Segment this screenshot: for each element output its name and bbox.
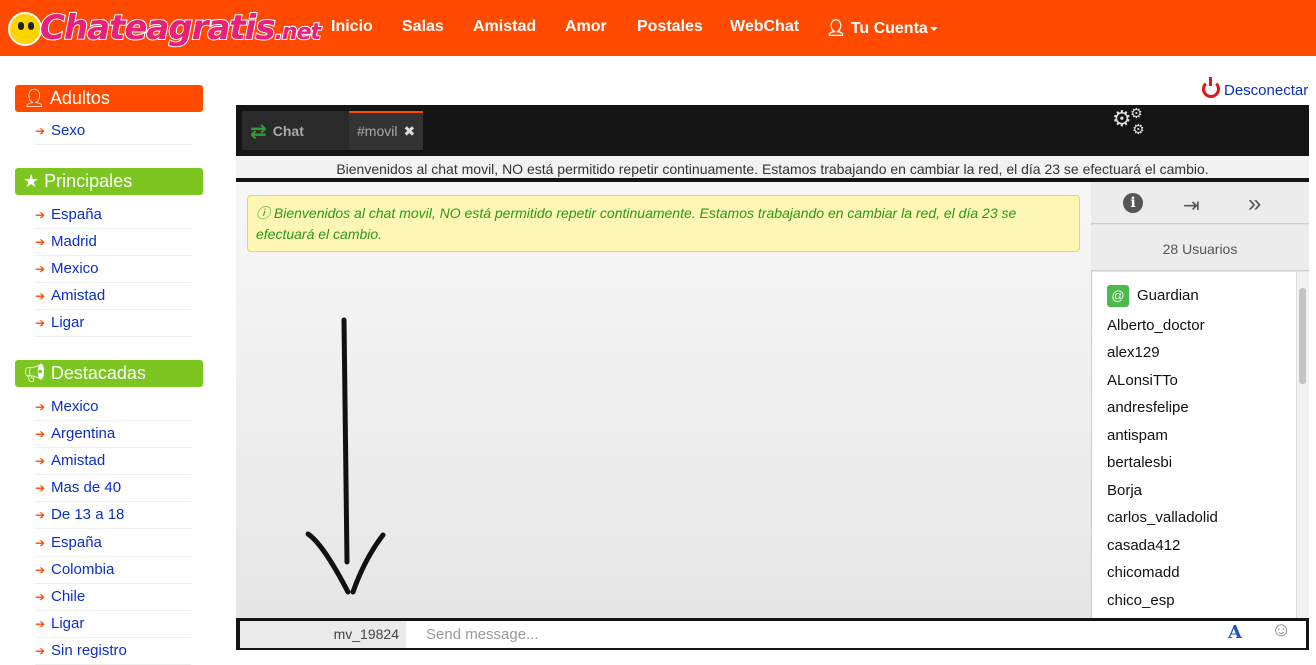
arrow-right-icon: ➔ [35,508,46,522]
caret-down-icon [929,26,938,31]
section-adultos: 👤︎ Adultos [15,85,203,112]
sidebar-item-sin-registro[interactable]: ➔ Sin registro [35,638,191,665]
megaphone-icon: 📢︎ [23,363,46,383]
info-circle-icon: ⓘ [256,205,270,221]
power-icon [1202,77,1220,98]
user-item-guardian[interactable]: @ Guardian [1107,285,1199,312]
sidebar-item-amistad[interactable]: ➔ Amistad [35,283,191,310]
sidebar-item-madrid[interactable]: ➔ Madrid [35,229,191,256]
user-item[interactable]: andresfelipe [1107,399,1189,426]
font-style-icon[interactable]: A [1228,622,1242,643]
star-icon: ★ [23,171,40,191]
nav-tu-cuenta[interactable]: 👤︎ Tu Cuenta [826,18,938,38]
arrow-right-icon: ➔ [35,536,46,550]
nav-webchat[interactable]: WebChat [730,18,799,36]
user-icon: 👤︎ [826,20,847,37]
sidebar-item-mexico[interactable]: ➔ Mexico [35,256,191,283]
hand-drawn-arrow-icon [305,317,386,595]
tab-chat[interactable]: ⇄ Chat [242,111,349,150]
smiley-logo-icon [8,12,42,46]
nav-postales[interactable]: Postales [637,18,703,36]
sidebar-item-sexo[interactable]: ➔ Sexo [35,118,191,145]
arrow-right-icon: ➔ [35,454,46,468]
user-item[interactable]: ALonsiTTo [1107,372,1178,399]
user-item[interactable]: Borja [1107,482,1142,509]
welcome-alert: ⓘ Bienvenidos al chat movil, NO está per… [247,195,1080,252]
user-count: 28 Usuarios [1091,225,1309,271]
sidebar-item-espana[interactable]: ➔ España [35,202,191,229]
sidebar-item-espana-dest[interactable]: ➔ España [35,530,191,557]
arrow-right-icon: ➔ [35,400,46,414]
emoji-icon[interactable]: ☺ [1271,619,1291,642]
logo-text: Chateagratis.net [39,7,322,49]
tab-movil[interactable]: #movil ✖ [349,111,423,150]
sidebar-item-mexico-dest[interactable]: ➔ Mexico [35,394,191,421]
top-navbar: Chateagratis.net Inicio Salas Amistad Am… [0,0,1316,56]
nav-amistad[interactable]: Amistad [473,18,536,36]
sidebar-item-13-a-18[interactable]: ➔ De 13 a 18 [35,502,191,529]
arrow-right-icon: ➔ [35,262,46,276]
user-item[interactable]: Alberto_doctor [1107,317,1205,344]
user-item[interactable]: carlos_valladolid [1107,509,1218,536]
sidebar-item-ligar-dest[interactable]: ➔ Ligar [35,611,191,638]
nav-amor[interactable]: Amor [565,18,607,36]
user-item[interactable]: alex129 [1107,344,1160,371]
exit-room-icon[interactable]: ⇥ [1183,193,1200,218]
sidebar-item-mas-de-40[interactable]: ➔ Mas de 40 [35,475,191,502]
arrow-right-icon: ➔ [35,481,46,495]
arrow-right-icon: ➔ [35,235,46,249]
arrow-right-icon: ➔ [35,563,46,577]
sidebar-item-chile[interactable]: ➔ Chile [35,584,191,611]
settings-gears-icon[interactable]: ⚙ ⚙ ⚙ [1112,105,1146,137]
arrow-right-icon: ➔ [35,124,46,138]
message-input[interactable] [406,621,1306,648]
nav-inicio[interactable]: Inicio [331,18,373,36]
section-destacadas: 📢︎ Destacadas [15,360,203,387]
info-icon[interactable]: i [1123,193,1143,213]
user-icon: 👤︎ [23,88,46,108]
section-principales: ★ Principales [15,168,203,195]
arrow-right-icon: ➔ [35,590,46,604]
user-item[interactable]: chico_esp [1107,592,1175,618]
welcome-banner: Bienvenidos al chat movil, NO está permi… [236,156,1309,182]
operator-badge: @ [1107,285,1129,307]
sidebar-item-colombia[interactable]: ➔ Colombia [35,557,191,584]
arrow-right-icon: ➔ [35,617,46,631]
disconnect-link[interactable]: Desconectar [1202,77,1308,99]
user-item[interactable]: chicomadd [1107,564,1180,591]
scrollbar-thumb[interactable] [1299,288,1306,384]
arrow-right-icon: ➔ [35,208,46,222]
user-item[interactable]: antispam [1107,427,1168,454]
user-item[interactable]: bertalesbi [1107,454,1172,481]
nickname-display: mv_19824 [240,621,406,648]
user-list: @ Guardian Alberto_doctor alex129 ALonsiT… [1092,272,1296,618]
sidebar-item-ligar[interactable]: ➔ Ligar [35,310,191,337]
arrow-right-icon: ➔ [35,289,46,303]
arrow-right-icon: ➔ [35,644,46,658]
collapse-panel-icon[interactable]: » [1248,190,1261,218]
nav-salas[interactable]: Salas [402,18,444,36]
swap-arrows-icon: ⇄ [250,121,267,143]
sidebar-item-amistad-dest[interactable]: ➔ Amistad [35,448,191,475]
close-tab-icon[interactable]: ✖ [403,123,415,139]
user-item[interactable]: casada412 [1107,537,1180,564]
sidebar-item-argentina[interactable]: ➔ Argentina [35,421,191,448]
arrow-right-icon: ➔ [35,427,46,441]
arrow-right-icon: ➔ [35,316,46,330]
site-logo[interactable]: Chateagratis.net [6,4,322,52]
